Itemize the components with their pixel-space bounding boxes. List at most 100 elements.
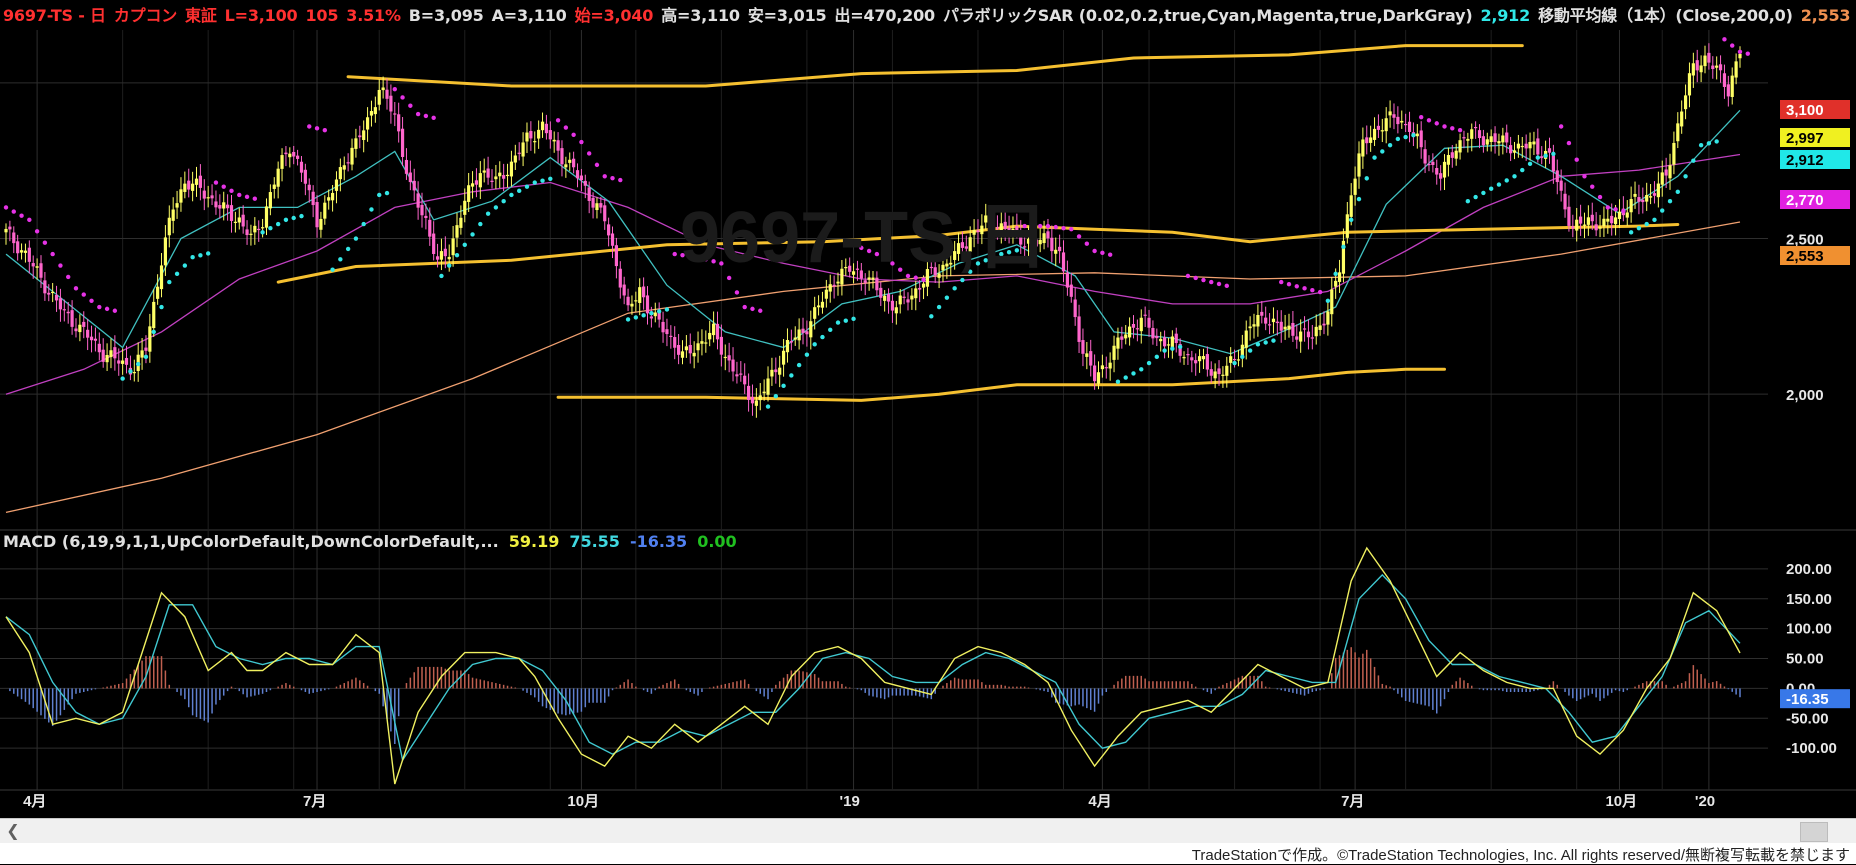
candle-body: [1567, 206, 1571, 226]
sar-dot: [307, 124, 312, 129]
sar-dot: [1240, 354, 1245, 360]
candle-body: [1197, 356, 1202, 362]
candle-body: [443, 248, 447, 257]
candle-body: [214, 201, 218, 208]
candle-body: [513, 155, 517, 163]
sar-dot: [1084, 241, 1090, 246]
candle-body: [820, 301, 825, 308]
sar-dot: [1644, 221, 1649, 227]
candle-body: [276, 168, 280, 187]
candle-body: [1400, 120, 1404, 123]
sar-dot: [1232, 360, 1237, 366]
scroll-thumb[interactable]: [1800, 822, 1828, 842]
candle-body: [1318, 325, 1322, 330]
candle-body: [1069, 284, 1073, 297]
candle-body: [1061, 252, 1066, 272]
scroll-left-icon[interactable]: ❮: [6, 822, 20, 840]
candle-body: [1139, 317, 1143, 332]
candle-body: [1050, 237, 1054, 252]
sar-dot: [1675, 189, 1680, 195]
horizontal-scrollbar[interactable]: ❮: [0, 818, 1856, 843]
sar-dot: [781, 383, 786, 389]
candle-body: [564, 164, 568, 168]
candle-body: [198, 175, 202, 188]
candle-body: [921, 283, 926, 288]
candle-body: [875, 277, 879, 291]
candle-body: [1637, 197, 1641, 202]
candle-body: [23, 250, 28, 253]
candle-body: [1372, 128, 1377, 140]
candle-body: [1186, 354, 1190, 356]
candle-body: [1668, 165, 1672, 179]
candle-body: [758, 395, 762, 401]
candle-body: [607, 224, 611, 236]
candle-body: [816, 305, 821, 308]
sar-dot: [213, 180, 219, 185]
candle-body: [1528, 142, 1532, 149]
candle-body: [319, 218, 323, 230]
candle-body: [51, 291, 55, 294]
sar-dot: [509, 192, 514, 198]
candle-body: [1509, 145, 1513, 154]
macd-tick-label: -50.00: [1786, 710, 1829, 727]
sar-dot: [120, 376, 125, 381]
sar-dot: [408, 103, 413, 108]
candle-body: [439, 251, 444, 260]
candle-body: [894, 307, 898, 314]
sar-dot: [361, 221, 366, 227]
sar-dot: [1450, 126, 1455, 131]
sar-dot: [843, 318, 848, 323]
sar-dot: [1271, 338, 1276, 343]
candle-body: [1578, 216, 1583, 224]
sar-dot: [1730, 43, 1735, 48]
candle-body: [1656, 183, 1660, 198]
sar-dot: [1177, 344, 1183, 350]
sar-dot: [742, 304, 747, 310]
sar-dot: [1551, 151, 1556, 157]
stock-chart[interactable]: 4月 7月 10月 '19 4月 7月 10月 '20 2,000 2,500 9697-TS,日 3…: [0, 0, 1856, 818]
sar-dot: [415, 111, 421, 117]
sar-dot: [151, 329, 156, 335]
candle-body: [474, 180, 479, 185]
price-label: 3,100: [1786, 102, 1824, 119]
sar-dot: [1061, 225, 1066, 231]
candle-body: [311, 191, 315, 206]
candle-body: [140, 350, 144, 358]
candle-body: [1174, 333, 1178, 344]
candle-body: [1131, 323, 1136, 328]
candle-body: [432, 233, 436, 254]
open-price: 始=3,040: [574, 6, 654, 25]
candle-body: [723, 356, 727, 359]
candle-body: [1291, 322, 1295, 336]
candle-body: [54, 294, 59, 301]
sar-dot: [594, 162, 600, 168]
candle-body: [1695, 60, 1699, 71]
candle-body: [416, 193, 420, 208]
candle-body: [1454, 150, 1458, 159]
sar-dot: [540, 178, 545, 183]
sar-dot: [1185, 273, 1191, 279]
candle-body: [1575, 219, 1579, 231]
low-price: 安=3,015: [747, 6, 827, 25]
price-change: 105: [305, 6, 339, 25]
candle-body: [1322, 323, 1326, 326]
sar-dot: [11, 209, 16, 214]
sar-dot: [338, 257, 343, 262]
candle-body: [358, 135, 362, 138]
candle-body: [237, 217, 241, 223]
candle-body: [665, 329, 669, 335]
candle-body: [1326, 311, 1330, 325]
candle-body: [253, 225, 257, 233]
candle-body: [544, 123, 549, 134]
sar-dot: [1473, 194, 1478, 200]
candle-body: [774, 369, 778, 373]
candle-body: [708, 332, 712, 340]
candle-body: [836, 281, 840, 284]
x-tick-label: 4月: [1088, 793, 1111, 810]
candle-body: [404, 159, 409, 174]
sar-dot: [1628, 230, 1634, 235]
sar-dot: [501, 198, 506, 204]
sar-dot: [1069, 227, 1074, 232]
sar-dot: [260, 230, 265, 235]
candle-body: [1330, 289, 1334, 315]
